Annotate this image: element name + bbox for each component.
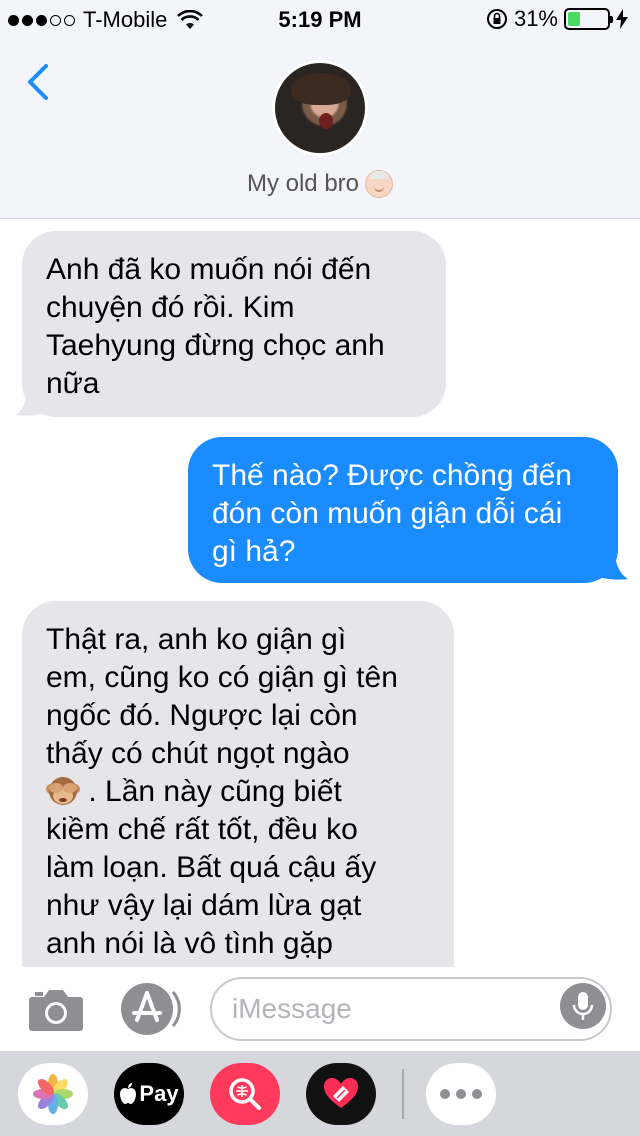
message-input-placeholder: iMessage (232, 993, 352, 1024)
message-text: Anh đã ko muốn nói đến chuyện đó rồi. Ki… (46, 253, 385, 400)
battery-percent: 31% (513, 6, 558, 31)
microphone-icon (572, 992, 594, 1020)
contact-avatar[interactable] (272, 60, 368, 156)
image-search-icon (229, 1078, 261, 1110)
app-store-icon (121, 983, 181, 1035)
message-list[interactable]: Anh đã ko muốn nói đến chuyện đó rồi. Ki… (0, 219, 640, 967)
old-man-emoji-icon (365, 170, 394, 198)
incoming-message[interactable]: Anh đã ko muốn nói đến chuyện đó rồi. Ki… (22, 231, 446, 417)
back-button[interactable] (24, 60, 54, 104)
compose-bar: iMessage (0, 967, 640, 1051)
app-store-button[interactable] (120, 982, 182, 1036)
drawer-divider (402, 1069, 404, 1119)
contact-name-row[interactable]: My old bro (0, 170, 640, 198)
see-no-evil-monkey-icon (46, 775, 80, 807)
app-drawer: Pay (0, 1051, 640, 1136)
apple-logo-icon (120, 1083, 137, 1104)
camera-icon (29, 990, 83, 1031)
contact-name: My old bro (246, 170, 360, 197)
more-icon (440, 1089, 450, 1099)
chevron-left-icon (28, 64, 48, 100)
battery-icon (564, 8, 613, 30)
message-text: Thế nào? Được chồng đến đón còn muốn giậ… (212, 459, 572, 568)
dictation-button[interactable] (560, 983, 606, 1029)
rotation-lock-icon (486, 9, 507, 29)
photos-icon (33, 1074, 73, 1114)
image-search-app-button[interactable] (210, 1063, 280, 1125)
message-input[interactable]: iMessage (210, 977, 612, 1041)
message-text: Thật ra, anh ko giận gì em, cũng ko có g… (46, 623, 398, 960)
apple-pay-label: Pay (139, 1081, 179, 1106)
heart-app-icon (324, 1078, 358, 1108)
camera-button[interactable] (28, 985, 84, 1033)
photos-app-button[interactable] (18, 1063, 88, 1125)
charging-bolt-icon (616, 9, 628, 29)
apple-pay-button[interactable]: Pay (114, 1063, 184, 1125)
more-apps-button[interactable] (426, 1063, 496, 1125)
incoming-message[interactable]: Thật ra, anh ko giận gì em, cũng ko có g… (22, 601, 454, 967)
outgoing-message[interactable]: Thế nào? Được chồng đến đón còn muốn giậ… (188, 437, 618, 583)
status-bar: T-Mobile 5:19 PM 31% (0, 0, 640, 40)
digital-touch-app-button[interactable] (306, 1063, 376, 1125)
